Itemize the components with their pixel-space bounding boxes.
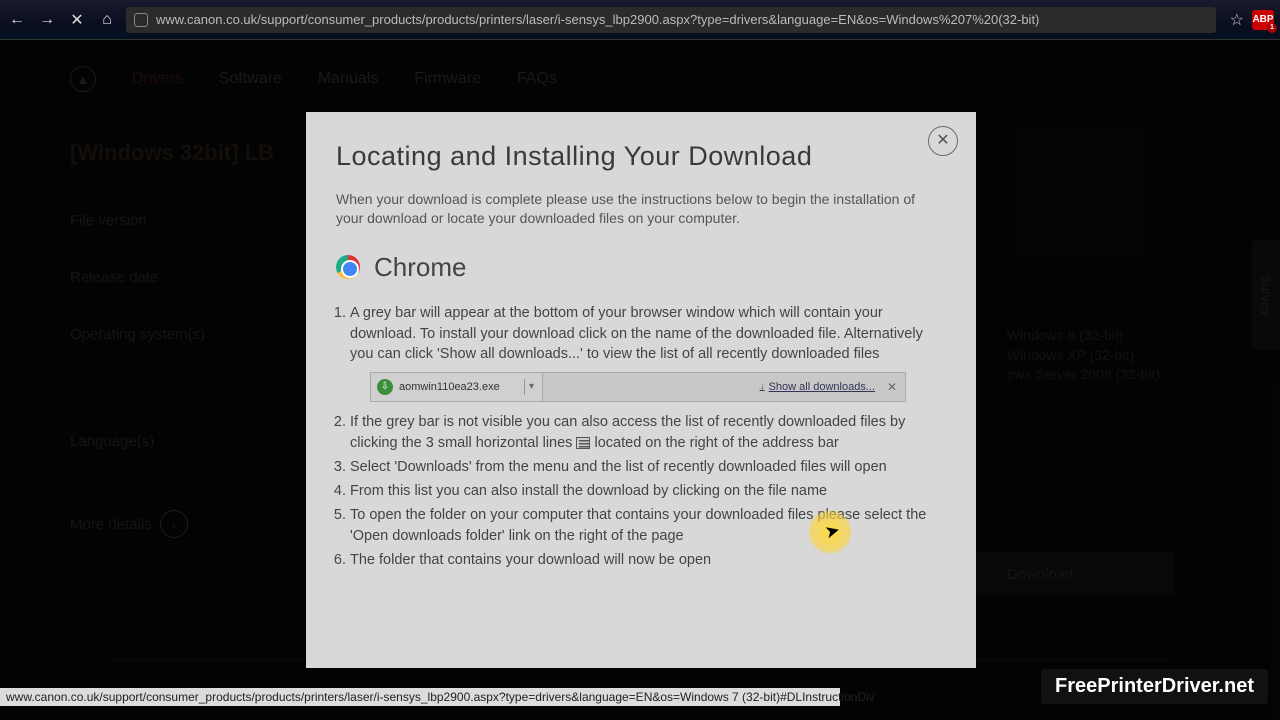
downloads-bar-close-icon: ✕	[887, 379, 897, 396]
instruction-step-1: A grey bar will appear at the bottom of …	[350, 303, 946, 402]
modal-title: Locating and Installing Your Download	[336, 138, 946, 176]
nav-back-button[interactable]: ←	[6, 9, 28, 31]
bookmark-star-icon[interactable]: ☆	[1230, 10, 1244, 30]
step-text-b: located on the right of the address bar	[595, 435, 839, 451]
close-icon: ✕	[936, 130, 949, 152]
download-instructions-modal: ✕ Locating and Installing Your Download …	[306, 112, 976, 668]
chrome-label: Chrome	[374, 249, 466, 285]
show-all-downloads-link: Show all downloads...	[760, 380, 875, 395]
instruction-step-4: From this list you can also install the …	[350, 481, 946, 501]
chrome-icon	[336, 255, 360, 279]
chevron-down-icon: ▾	[524, 379, 538, 395]
download-chip: ⇩ aomwin110ea23.exe ▾	[371, 373, 543, 401]
instruction-step-6: The folder that contains your download w…	[350, 550, 946, 570]
chrome-section-header: Chrome	[336, 249, 946, 285]
instruction-step-2: If the grey bar is not visible you can a…	[350, 412, 946, 453]
watermark: FreePrinterDriver.net	[1041, 669, 1268, 704]
address-bar[interactable]: www.canon.co.uk/support/consumer_product…	[126, 7, 1216, 33]
download-bar-illustration: ⇩ aomwin110ea23.exe ▾ Show all downloads…	[370, 372, 906, 402]
instruction-step-3: Select 'Downloads' from the menu and the…	[350, 457, 946, 477]
instruction-step-5: To open the folder on your computer that…	[350, 505, 946, 546]
modal-intro: When your download is complete please us…	[336, 190, 936, 229]
step-text: A grey bar will appear at the bottom of …	[350, 305, 923, 362]
abp-extension-badge[interactable]: ABP 1	[1252, 10, 1274, 30]
nav-stop-button[interactable]: ✕	[66, 9, 88, 31]
nav-forward-button[interactable]: →	[36, 9, 58, 31]
nav-home-button[interactable]: ⌂	[96, 9, 118, 31]
download-file-icon: ⇩	[377, 379, 393, 395]
close-button[interactable]: ✕	[928, 126, 958, 156]
status-bar: www.canon.co.uk/support/consumer_product…	[0, 688, 840, 706]
abp-count-badge: 1	[1267, 23, 1277, 33]
download-filename: aomwin110ea23.exe	[399, 380, 500, 395]
site-info-icon[interactable]	[134, 13, 148, 27]
url-text: www.canon.co.uk/support/consumer_product…	[156, 12, 1039, 27]
instruction-list: A grey bar will appear at the bottom of …	[336, 303, 946, 570]
browser-toolbar: ← → ✕ ⌂ www.canon.co.uk/support/consumer…	[0, 0, 1280, 40]
hamburger-menu-icon	[576, 437, 590, 449]
